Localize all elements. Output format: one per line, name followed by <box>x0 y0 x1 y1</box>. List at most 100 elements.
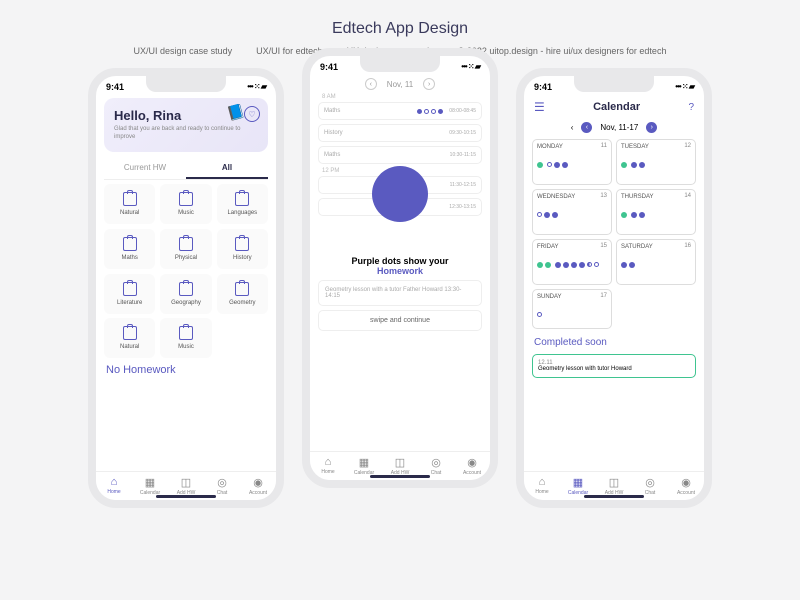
phone-schedule: 9:41 ••• ⁙ ▰ ‹ Nov, 11 › 8 AM Maths08:00… <box>302 48 498 488</box>
subject-card[interactable]: Languages <box>217 184 268 224</box>
time-range: 10:30-11:15 <box>450 152 476 158</box>
nav-account[interactable]: ◉Account <box>240 476 276 496</box>
nav-chat[interactable]: ◎Chat <box>204 476 240 496</box>
nav-calendar[interactable]: ▦Calendar <box>346 456 382 476</box>
next-week-button[interactable]: › <box>646 122 657 133</box>
notification-icon[interactable]: ♡ <box>244 106 260 122</box>
subject-card[interactable]: Natural <box>104 318 155 358</box>
day-date: 14 <box>684 193 691 199</box>
schedule-row[interactable]: Maths 08:00-08:45 <box>318 102 482 120</box>
nav-calendar[interactable]: ▦Calendar <box>132 476 168 496</box>
day-card[interactable]: THURSDAY14 <box>616 189 696 235</box>
home-indicator <box>584 495 644 498</box>
nav-add-hw[interactable]: ◫Add HW <box>168 476 204 496</box>
calendar-icon: ▦ <box>132 476 168 489</box>
chat-icon: ◎ <box>204 476 240 489</box>
subject-label: Natural <box>108 344 151 350</box>
subject-card[interactable]: Geometry <box>217 274 268 314</box>
time-range: 12:30-13:15 <box>449 204 476 210</box>
lesson-text: Geometry lesson with a tutor Father Howa… <box>325 287 443 293</box>
hw-dots <box>621 262 691 268</box>
nav-add-hw[interactable]: ◫Add HW <box>382 456 418 476</box>
subject-icon <box>235 192 249 206</box>
subject-card[interactable]: Music <box>160 184 211 224</box>
greeting-sub: Glad that you are back and ready to cont… <box>114 126 258 142</box>
calendar-icon: ▦ <box>560 476 596 489</box>
nav-home[interactable]: ⌂Home <box>310 456 346 476</box>
next-day-button[interactable]: › <box>423 78 435 90</box>
subject-card[interactable]: Geography <box>160 274 211 314</box>
nav-home[interactable]: ⌂Home <box>96 476 132 496</box>
day-name: MONDAY <box>537 144 607 150</box>
day-card[interactable]: MONDAY11 <box>532 139 612 185</box>
schedule-row[interactable]: History09:30-10:15 <box>318 124 482 142</box>
nav-account[interactable]: ◉Account <box>454 456 490 476</box>
tabs: Current HW All <box>104 158 268 180</box>
upcoming-task[interactable]: 12.11Geometry lesson with tutor Howard <box>532 354 696 378</box>
nav-add-hw[interactable]: ◫Add HW <box>596 476 632 496</box>
day-card[interactable]: TUESDAY12 <box>616 139 696 185</box>
nav-calendar[interactable]: ▦Calendar <box>560 476 596 496</box>
day-name: THURSDAY <box>621 194 691 200</box>
time-range: 09:30-10:15 <box>449 130 476 136</box>
tab-all[interactable]: All <box>186 158 268 179</box>
hw-dots <box>537 162 607 180</box>
hw-dots <box>537 212 607 218</box>
hw-dots <box>537 312 607 317</box>
menu-icon[interactable]: ☰ <box>534 100 545 114</box>
onboarding-highlight <box>372 166 428 222</box>
no-homework-label: No Homework <box>96 358 276 378</box>
nav-label: Account <box>249 490 267 496</box>
lesson-card[interactable]: Geometry lesson with a tutor Father Howa… <box>318 280 482 306</box>
subject-label: History <box>221 255 264 261</box>
notch <box>574 76 654 92</box>
nav-label: Chat <box>431 470 442 476</box>
subject-icon <box>123 282 137 296</box>
hw-dots <box>537 262 607 280</box>
swipe-hint[interactable]: swipe and continue <box>318 310 482 331</box>
nav-account[interactable]: ◉Account <box>668 476 704 496</box>
home-icon: ⌂ <box>96 476 132 488</box>
subtitle: UX/UI design case study <box>134 46 233 56</box>
status-indicators: ••• ⁙ ▰ <box>675 82 694 92</box>
nav-home[interactable]: ⌂Home <box>524 476 560 496</box>
day-card[interactable]: SUNDAY17 <box>532 289 612 329</box>
account-icon: ◉ <box>240 476 276 489</box>
subject-card[interactable]: Natural <box>104 184 155 224</box>
subject-grid: Natural Music Languages Maths Physical H… <box>96 184 276 314</box>
prev-week-button[interactable]: ‹ <box>581 122 592 133</box>
back-chevron[interactable]: ‹ <box>571 123 574 132</box>
hw-dots <box>621 162 691 180</box>
time-range: 11:30-12:15 <box>450 182 476 188</box>
day-card[interactable]: WEDNESDAY13 <box>532 189 612 235</box>
subject-card[interactable]: Maths <box>104 229 155 269</box>
nav-chat[interactable]: ◎Chat <box>418 456 454 476</box>
status-time: 9:41 <box>534 82 552 92</box>
prev-day-button[interactable]: ‹ <box>365 78 377 90</box>
day-name: SATURDAY <box>621 244 691 250</box>
nav-chat[interactable]: ◎Chat <box>632 476 668 496</box>
subject-card[interactable]: History <box>217 229 268 269</box>
schedule-row[interactable]: Maths10:30-11:15 <box>318 146 482 164</box>
day-card[interactable]: FRIDAY15 <box>532 239 612 285</box>
day-name: SUNDAY <box>537 294 607 300</box>
day-date: 16 <box>684 243 691 249</box>
subject-name: Maths <box>324 108 411 114</box>
nav-label: Home <box>321 469 334 475</box>
subject-icon <box>123 326 137 340</box>
bottom-nav: ⌂Home ▦Calendar ◫Add HW ◎Chat ◉Account <box>310 451 490 480</box>
subject-card[interactable]: Physical <box>160 229 211 269</box>
phone-calendar: 9:41 ••• ⁙ ▰ ☰ Calendar ? ‹ ‹ Nov, 11-17… <box>516 68 712 508</box>
time-range: 08:00-08:45 <box>449 108 476 114</box>
status-time: 9:41 <box>106 82 124 92</box>
tab-current-hw[interactable]: Current HW <box>104 158 186 179</box>
subject-icon <box>179 326 193 340</box>
day-card[interactable]: SATURDAY16 <box>616 239 696 285</box>
subject-icon <box>179 237 193 251</box>
week-range: Nov, 11-17 <box>600 123 638 132</box>
help-icon[interactable]: ? <box>688 102 694 113</box>
subject-card[interactable]: Literature <box>104 274 155 314</box>
nav-label: Home <box>107 489 120 495</box>
subject-card[interactable]: Music <box>160 318 211 358</box>
hero-card: 📘 ♡ Hello, Rina Glad that you are back a… <box>104 98 268 152</box>
